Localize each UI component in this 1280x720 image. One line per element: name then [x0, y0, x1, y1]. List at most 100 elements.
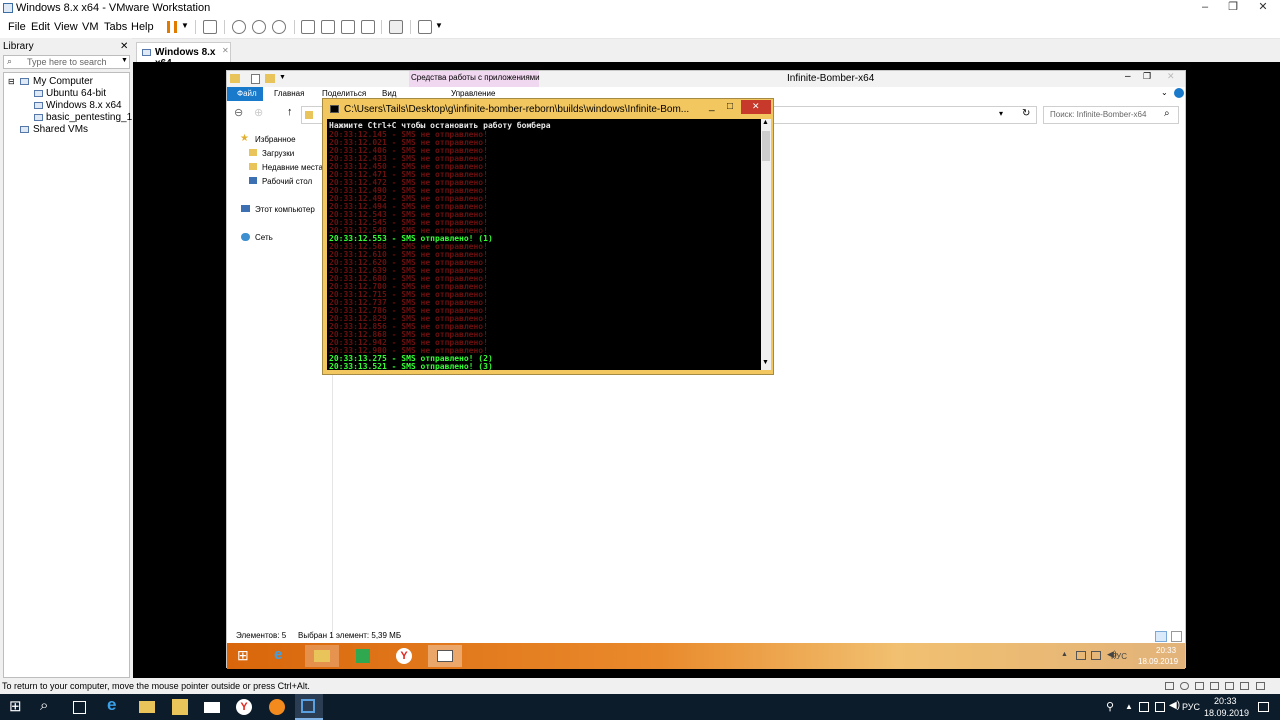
tray-expand-icon[interactable]: ▲: [1125, 702, 1133, 711]
tree-my-computer[interactable]: My Computer: [33, 76, 93, 87]
store-icon[interactable]: [172, 699, 188, 715]
help-icon[interactable]: [1174, 88, 1184, 98]
explorer-close-button[interactable]: ✕: [1167, 71, 1175, 82]
tab-home[interactable]: Главная: [274, 89, 304, 98]
host-clock-date[interactable]: 18.09.2019: [1204, 708, 1249, 718]
host-start-icon[interactable]: ⊞: [9, 697, 22, 715]
vm-tab-close-button[interactable]: ✕: [222, 46, 229, 55]
snapshot-manager-icon[interactable]: [272, 20, 286, 34]
maximize-button[interactable]: ❐: [1218, 0, 1248, 16]
revert-snapshot-icon[interactable]: [252, 20, 266, 34]
edge-icon[interactable]: e: [107, 695, 116, 715]
guest-ie-button[interactable]: e: [265, 645, 299, 667]
pause-icon[interactable]: [167, 21, 177, 33]
tab-view[interactable]: Вид: [382, 89, 396, 98]
pause-dropdown-icon[interactable]: ▼: [181, 21, 189, 30]
console-minimize-button[interactable]: _: [709, 101, 715, 112]
network-tray-icon[interactable]: [1091, 651, 1101, 660]
scroll-down-icon[interactable]: ▼: [762, 359, 769, 366]
usb-status-icon[interactable]: [1210, 682, 1219, 690]
host-search-icon[interactable]: ⌕: [40, 697, 48, 714]
minimize-button[interactable]: –: [1190, 0, 1220, 16]
nav-favorites[interactable]: Избранное: [255, 135, 296, 144]
tray-expand-icon[interactable]: ▲: [1061, 651, 1068, 658]
back-icon[interactable]: ⊖: [234, 106, 243, 119]
thumbnail-view-icon[interactable]: [321, 20, 335, 34]
tree-vm-windows8[interactable]: Windows 8.x x64: [46, 100, 122, 111]
details-view-icon[interactable]: [1155, 631, 1167, 642]
console-view-icon[interactable]: [389, 20, 403, 34]
library-search[interactable]: ⌕ Type here to search ▼: [3, 55, 130, 69]
tree-collapse-icon[interactable]: ⊟: [8, 77, 15, 86]
guest-start-button[interactable]: ⊞: [229, 645, 263, 667]
nav-downloads[interactable]: Загрузки: [262, 149, 294, 158]
console-maximize-button[interactable]: □: [727, 101, 733, 112]
console-output[interactable]: Нажмите Ctrl+C чтобы остановить работу б…: [327, 119, 761, 370]
vmware-taskbar-button[interactable]: [295, 694, 323, 720]
library-view-icon[interactable]: [301, 20, 315, 34]
forward-icon[interactable]: ⊕: [254, 106, 263, 119]
snapshot-icon[interactable]: [232, 20, 246, 34]
tab-manage[interactable]: Управление: [451, 89, 495, 98]
ribbon-expand-icon[interactable]: ⌄: [1161, 88, 1168, 97]
network-tray-icon[interactable]: [1155, 702, 1165, 712]
guest-store-button[interactable]: [346, 645, 380, 667]
search-dropdown-icon[interactable]: ▼: [121, 57, 128, 64]
new-folder-icon[interactable]: [265, 74, 275, 83]
fullscreen-icon[interactable]: [341, 20, 355, 34]
explorer-search[interactable]: Поиск: Infinite-Bomber-x64 ⌕: [1043, 106, 1179, 124]
file-explorer-icon[interactable]: [139, 701, 155, 713]
stretch-icon[interactable]: [418, 20, 432, 34]
action-center-icon[interactable]: [1076, 651, 1086, 660]
tab-share[interactable]: Поделиться: [322, 89, 366, 98]
address-dropdown-icon[interactable]: ▾: [999, 109, 1003, 118]
nav-network[interactable]: Сеть: [255, 233, 273, 242]
hdd-status-icon[interactable]: [1165, 682, 1174, 690]
guest-explorer-button[interactable]: [305, 645, 339, 667]
vm-tab-windows8[interactable]: Windows 8.x x64: [136, 42, 231, 69]
library-close-button[interactable]: ✕: [120, 41, 128, 52]
tree-vm-ubuntu[interactable]: Ubuntu 64-bit: [46, 88, 106, 99]
unity-icon[interactable]: [361, 20, 375, 34]
scroll-up-icon[interactable]: ▲: [762, 119, 769, 126]
tray-app-icon[interactable]: [1139, 702, 1149, 712]
volume-icon[interactable]: ◀): [1169, 700, 1180, 711]
menu-tabs[interactable]: Tabs: [104, 21, 127, 33]
cd-status-icon[interactable]: [1180, 682, 1189, 690]
console-scrollbar[interactable]: ▲ ▼: [761, 119, 771, 370]
nav-desktop[interactable]: Рабочий стол: [262, 177, 312, 186]
quick-access-dropdown-icon[interactable]: ▼: [279, 74, 286, 81]
tiles-view-icon[interactable]: [1171, 631, 1182, 642]
mail-icon[interactable]: [204, 702, 220, 713]
explorer-search-input[interactable]: Поиск: Infinite-Bomber-x64: [1050, 110, 1146, 119]
stretch-dropdown-icon[interactable]: ▼: [435, 21, 443, 30]
guest-language[interactable]: РУС: [1111, 652, 1127, 661]
browser-icon[interactable]: [269, 699, 285, 715]
menu-file[interactable]: File: [8, 21, 26, 33]
yandex-browser-icon[interactable]: Y: [236, 699, 252, 715]
refresh-icon[interactable]: ↻: [1022, 108, 1030, 119]
notifications-icon[interactable]: [1258, 702, 1269, 712]
explorer-minimize-button[interactable]: –: [1125, 71, 1131, 82]
host-language[interactable]: РУС: [1182, 702, 1200, 712]
properties-icon[interactable]: [251, 74, 260, 84]
sound-status-icon[interactable]: [1225, 682, 1234, 690]
menu-edit[interactable]: Edit: [31, 21, 50, 33]
send-keys-icon[interactable]: [203, 20, 217, 34]
display-status-icon[interactable]: [1240, 682, 1249, 690]
tab-file[interactable]: Файл: [227, 87, 263, 101]
nav-computer[interactable]: Этот компьютер: [255, 205, 315, 214]
guest-clock-date[interactable]: 18.09.2019: [1138, 657, 1178, 666]
up-icon[interactable]: ↑: [287, 106, 293, 118]
people-icon[interactable]: ⚲: [1106, 700, 1114, 713]
guest-clock-time[interactable]: 20:33: [1156, 646, 1176, 655]
messages-status-icon[interactable]: [1256, 682, 1265, 690]
close-button[interactable]: ✕: [1248, 0, 1278, 16]
nav-recent[interactable]: Недавние места: [262, 163, 323, 172]
menu-vm[interactable]: VM: [82, 21, 99, 33]
scroll-thumb[interactable]: [762, 131, 770, 161]
network-status-icon[interactable]: [1195, 682, 1204, 690]
explorer-maximize-button[interactable]: ❐: [1143, 71, 1151, 82]
guest-console-button[interactable]: [428, 645, 462, 667]
menu-help[interactable]: Help: [131, 21, 154, 33]
